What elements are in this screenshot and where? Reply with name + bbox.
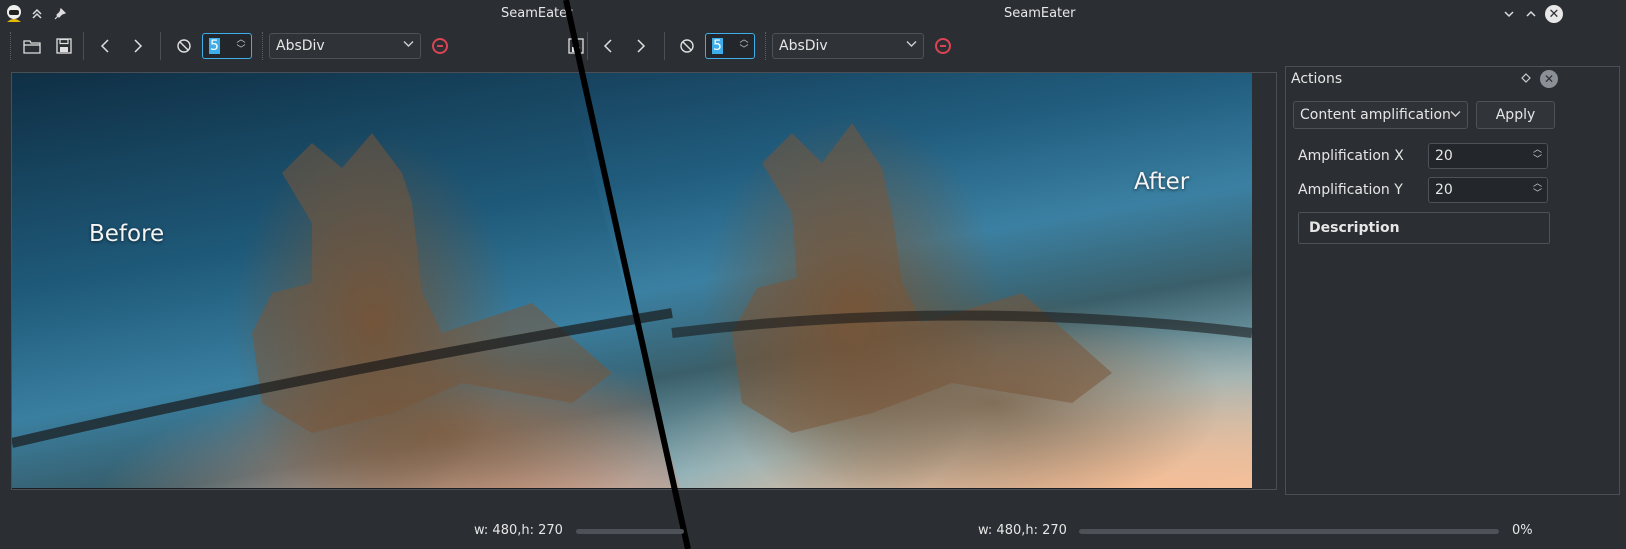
remove-icon[interactable] xyxy=(935,38,951,54)
window-title-right: SeamEater xyxy=(1004,6,1076,21)
spin-arrows-icon[interactable]: ︿ ﹀ xyxy=(1533,179,1542,199)
progress-bar-left xyxy=(576,529,684,534)
toolbar-grip[interactable] xyxy=(10,32,13,60)
apply-button[interactable]: Apply xyxy=(1476,101,1555,129)
next-icon[interactable] xyxy=(125,33,151,59)
action-combobox[interactable]: Content amplification xyxy=(1293,101,1468,129)
actions-panel xyxy=(1285,66,1620,495)
progress-text: 0% xyxy=(1512,523,1533,538)
close-panel-icon[interactable]: ✕ xyxy=(1540,70,1558,88)
float-icon[interactable] xyxy=(1520,72,1532,84)
chevron-down-icon xyxy=(403,37,414,51)
seam-count-spinbox[interactable]: 5 ︿ ﹀ xyxy=(705,33,755,59)
toolbar-grip[interactable] xyxy=(262,32,265,60)
pin-icon[interactable] xyxy=(51,5,69,23)
window-title-left: SeamEater xyxy=(501,6,573,21)
title-bar xyxy=(0,0,1626,30)
previous-icon[interactable] xyxy=(595,33,621,59)
seam-count-spinbox[interactable]: 5 ︿ ﹀ xyxy=(202,33,252,59)
save-icon[interactable] xyxy=(51,33,77,59)
image-size-right: w: 480,h: 270 xyxy=(978,523,1067,538)
toolbar-separator xyxy=(83,32,84,60)
next-icon[interactable] xyxy=(628,33,654,59)
keep-above-icon[interactable] xyxy=(28,5,46,23)
spin-arrows-icon[interactable]: ︿ ﹀ xyxy=(738,35,750,57)
description-label: Description xyxy=(1309,220,1400,236)
before-label: Before xyxy=(89,221,165,247)
spin-arrows-icon[interactable]: ︿ ﹀ xyxy=(235,35,247,57)
remove-icon[interactable] xyxy=(432,38,448,54)
amp-y-value[interactable]: 20 xyxy=(1435,182,1453,198)
save-icon[interactable] xyxy=(563,33,589,59)
mode-selected: AbsDiv xyxy=(779,38,828,54)
panel-title: Actions xyxy=(1291,71,1343,87)
plant-silhouette xyxy=(12,123,1253,448)
toolbar-separator xyxy=(587,32,588,60)
cancel-icon[interactable] xyxy=(674,33,700,59)
app-logo-icon xyxy=(4,4,24,24)
seam-count-value[interactable]: 5 xyxy=(712,38,723,54)
mode-combobox[interactable]: AbsDiv xyxy=(269,33,421,59)
progress-bar-right xyxy=(1079,529,1499,534)
amp-y-label: Amplification Y xyxy=(1298,182,1403,198)
toolbar-separator xyxy=(664,32,665,60)
previous-icon[interactable] xyxy=(92,33,118,59)
image-canvas[interactable]: Before After xyxy=(11,72,1277,490)
canvas-margin xyxy=(1252,73,1276,489)
action-selected: Content amplification xyxy=(1300,107,1451,123)
minimize-icon[interactable] xyxy=(1500,5,1518,23)
spin-arrows-icon[interactable]: ︿ ﹀ xyxy=(1533,145,1542,165)
description-box: Description xyxy=(1298,212,1550,244)
cancel-icon[interactable] xyxy=(171,33,197,59)
amp-x-value[interactable]: 20 xyxy=(1435,148,1453,164)
chevron-down-icon xyxy=(1450,107,1461,121)
chevron-down-icon xyxy=(906,37,917,51)
toolbar-separator xyxy=(160,32,161,60)
close-window-icon[interactable]: ✕ xyxy=(1545,5,1563,23)
after-label: After xyxy=(1134,169,1190,195)
image-size-left: w: 480,h: 270 xyxy=(474,523,563,538)
amp-y-field[interactable]: 20 ︿ ﹀ xyxy=(1428,177,1548,203)
open-folder-icon[interactable] xyxy=(19,33,45,59)
mode-selected: AbsDiv xyxy=(276,38,325,54)
seam-count-value[interactable]: 5 xyxy=(209,38,220,54)
mode-combobox[interactable]: AbsDiv xyxy=(772,33,924,59)
amp-x-field[interactable]: 20 ︿ ﹀ xyxy=(1428,143,1548,169)
amp-x-label: Amplification X xyxy=(1298,148,1404,164)
toolbar-grip[interactable] xyxy=(765,32,768,60)
maximize-icon[interactable] xyxy=(1522,5,1540,23)
